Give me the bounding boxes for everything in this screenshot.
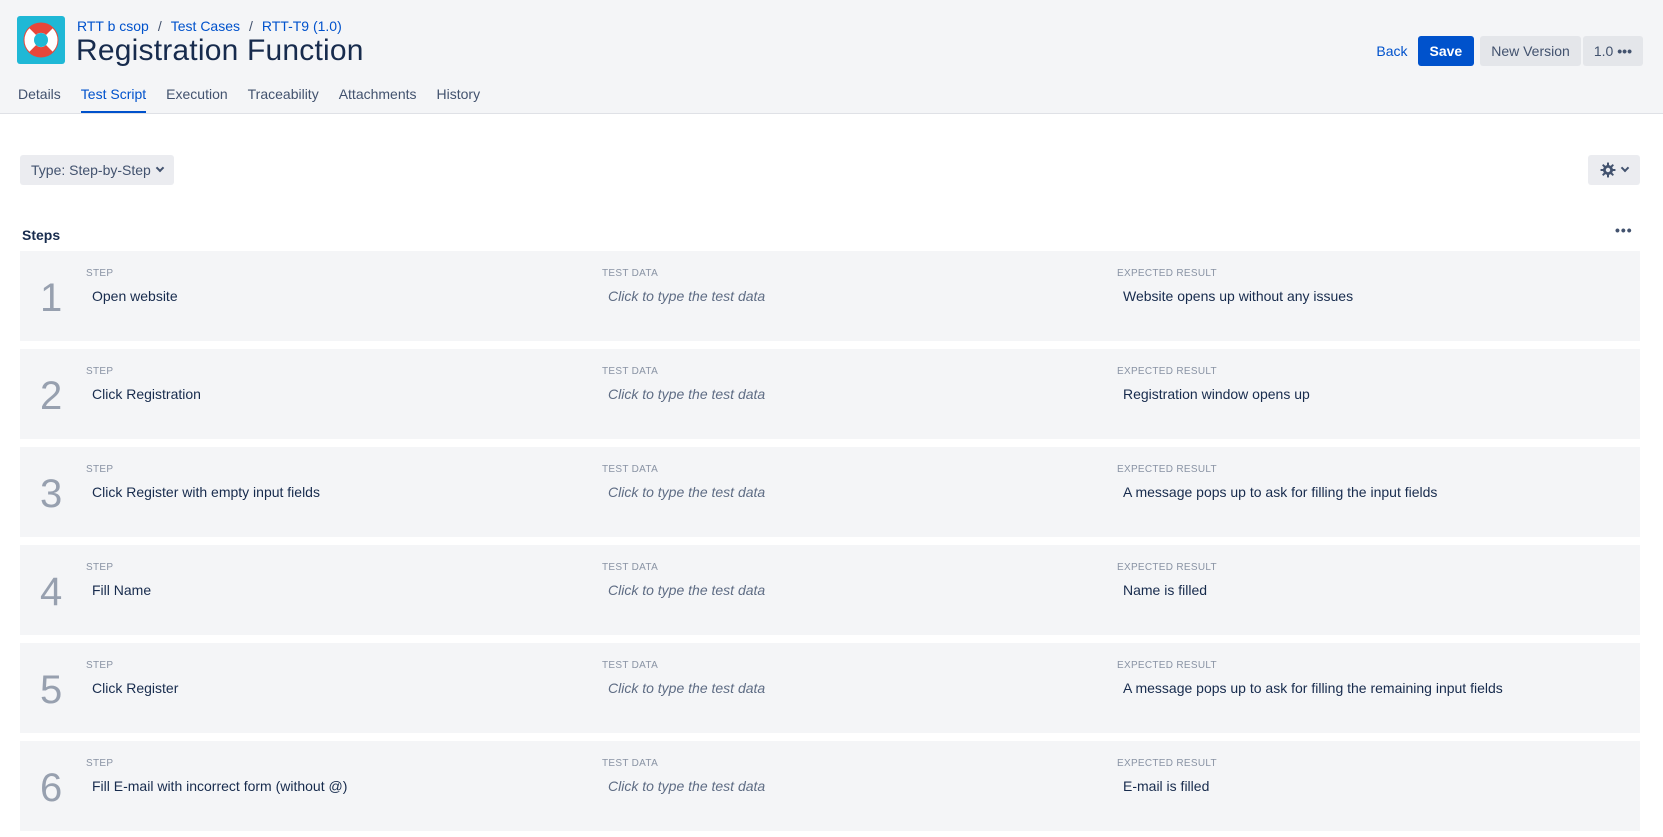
step-text[interactable]: Click Registration: [92, 386, 201, 402]
expected-result-text[interactable]: Registration window opens up: [1123, 386, 1310, 402]
step-column-label: Step: [86, 758, 114, 769]
test-data-field[interactable]: Click to type the test data: [608, 484, 765, 500]
test-data-column-label: Test Data: [602, 562, 659, 573]
step-number: 1: [40, 276, 63, 320]
lifebuoy-icon: [23, 22, 59, 58]
expected-result-column-label: Expected Result: [1117, 464, 1217, 475]
type-select[interactable]: Type: Step-by-Step: [20, 155, 174, 185]
expected-result-column-label: Expected Result: [1117, 660, 1217, 671]
test-data-column-label: Test Data: [602, 660, 659, 671]
type-select-label: Type: Step-by-Step: [31, 162, 151, 178]
breadcrumb: RTT b csop / Test Cases / RTT-T9 (1.0): [77, 18, 342, 34]
expected-result-column-label: Expected Result: [1117, 562, 1217, 573]
steps-heading: Steps: [22, 227, 61, 243]
expected-result-text[interactable]: A message pops up to ask for filling the…: [1123, 484, 1437, 500]
test-data-column-label: Test Data: [602, 758, 659, 769]
tab-details[interactable]: Details: [18, 86, 61, 110]
step-text[interactable]: Click Register: [92, 680, 178, 696]
step-text[interactable]: Click Register with empty input fields: [92, 484, 320, 500]
more-icon: •••: [1617, 43, 1632, 59]
step-column-label: Step: [86, 268, 114, 279]
breadcrumb-test-cases[interactable]: Test Cases: [171, 18, 240, 34]
settings-button[interactable]: [1588, 155, 1640, 185]
chevron-down-icon: [1620, 163, 1630, 173]
step-number: 3: [40, 472, 63, 516]
step-column-label: Step: [86, 366, 114, 377]
step-number: 2: [40, 374, 63, 418]
version-label: 1.0: [1593, 43, 1614, 59]
version-menu-button[interactable]: 1.0 •••: [1582, 36, 1643, 66]
step-column-label: Step: [86, 660, 114, 671]
chevron-down-icon: [155, 163, 165, 173]
step-row[interactable]: 5 Step Click Register Test Data Click to…: [20, 643, 1640, 733]
new-version-button[interactable]: New Version: [1480, 36, 1581, 66]
breadcrumb-project[interactable]: RTT b csop: [77, 18, 149, 34]
header-actions: Back Save New Version 1.0 •••: [1374, 36, 1643, 66]
tab-history[interactable]: History: [437, 86, 481, 110]
page-title: Registration Function: [76, 34, 364, 67]
step-row[interactable]: 1 Step Open website Test Data Click to t…: [20, 251, 1640, 341]
expected-result-column-label: Expected Result: [1117, 268, 1217, 279]
step-row[interactable]: 2 Step Click Registration Test Data Clic…: [20, 349, 1640, 439]
test-data-column-label: Test Data: [602, 366, 659, 377]
expected-result-text[interactable]: Website opens up without any issues: [1123, 288, 1353, 304]
tab-traceability[interactable]: Traceability: [248, 86, 319, 110]
expected-result-text[interactable]: Name is filled: [1123, 582, 1207, 598]
test-data-column-label: Test Data: [602, 268, 659, 279]
step-number: 4: [40, 570, 63, 614]
breadcrumb-separator: /: [157, 18, 162, 34]
tab-attachments[interactable]: Attachments: [339, 86, 417, 110]
test-data-field[interactable]: Click to type the test data: [608, 582, 765, 598]
back-button[interactable]: Back: [1374, 37, 1409, 65]
step-text[interactable]: Fill Name: [92, 582, 151, 598]
test-data-field[interactable]: Click to type the test data: [608, 778, 765, 794]
test-data-field[interactable]: Click to type the test data: [608, 386, 765, 402]
project-logo[interactable]: [17, 16, 65, 64]
more-icon[interactable]: •••: [1615, 222, 1633, 238]
expected-result-column-label: Expected Result: [1117, 366, 1217, 377]
test-data-column-label: Test Data: [602, 464, 659, 475]
breadcrumb-separator: /: [249, 18, 253, 34]
tab-execution[interactable]: Execution: [166, 86, 227, 110]
step-row[interactable]: 6 Step Fill E-mail with incorrect form (…: [20, 741, 1640, 831]
tab-bar: Details Test Script Execution Traceabili…: [18, 86, 500, 113]
step-row[interactable]: 4 Step Fill Name Test Data Click to type…: [20, 545, 1640, 635]
step-text[interactable]: Open website: [92, 288, 178, 304]
step-text[interactable]: Fill E-mail with incorrect form (without…: [92, 778, 347, 794]
gear-icon: [1600, 162, 1616, 178]
expected-result-column-label: Expected Result: [1117, 758, 1217, 769]
expected-result-text[interactable]: A message pops up to ask for filling the…: [1123, 680, 1503, 696]
step-column-label: Step: [86, 562, 114, 573]
tab-test-script[interactable]: Test Script: [80, 86, 147, 113]
test-data-field[interactable]: Click to type the test data: [608, 288, 765, 304]
page-header: RTT b csop / Test Cases / RTT-T9 (1.0) Regis…: [0, 0, 1663, 114]
breadcrumb-item[interactable]: RTT-T9 (1.0): [262, 18, 342, 34]
test-data-field[interactable]: Click to type the test data: [608, 680, 765, 696]
step-number: 5: [40, 668, 63, 712]
save-button[interactable]: Save: [1417, 36, 1475, 66]
step-column-label: Step: [86, 464, 114, 475]
expected-result-text[interactable]: E-mail is filled: [1123, 778, 1209, 794]
step-row[interactable]: 3 Step Click Register with empty input f…: [20, 447, 1640, 537]
step-number: 6: [40, 766, 63, 810]
